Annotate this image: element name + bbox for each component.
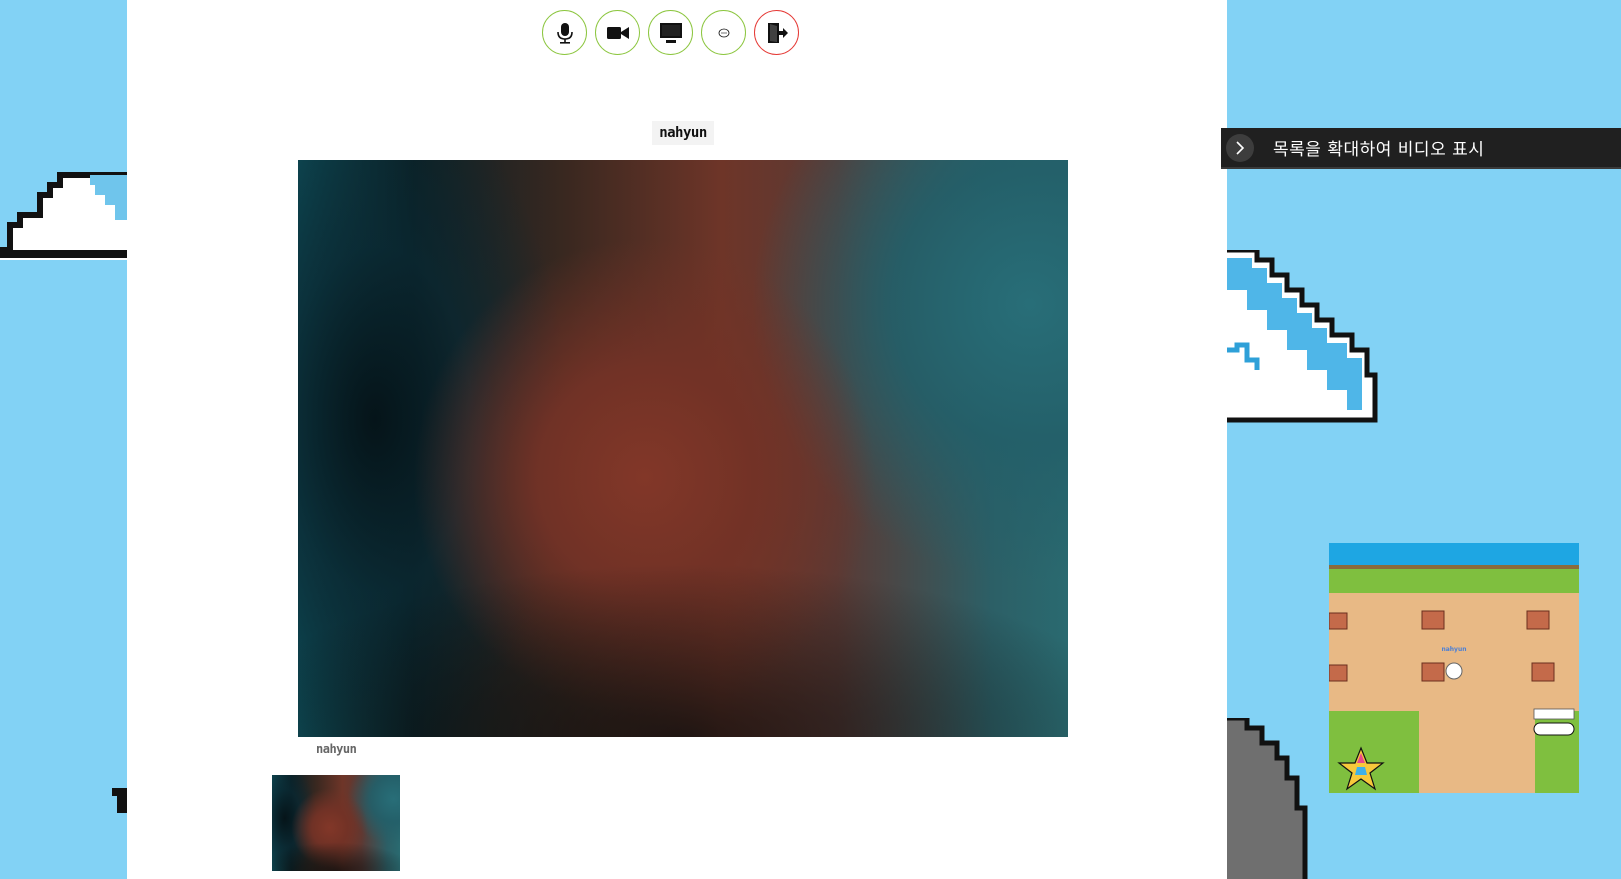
camera-icon [606,26,629,39]
cloud-right [1227,250,1378,423]
thumbnail-shadow [272,775,400,871]
chat-button[interactable] [701,10,746,55]
tooltip-label: 목록을 확대하여 비디오 표시 [1273,140,1485,160]
cloud-left-piece [112,788,127,813]
screen-share-icon [659,22,682,43]
leave-button[interactable] [754,10,799,55]
mic-button[interactable] [542,10,587,55]
call-toolbar [542,10,799,55]
exit-icon [767,22,788,43]
minimap-scene: nahyun [1329,543,1579,793]
minimap-player-name: nahyun [1441,646,1466,653]
main-participant-name: nahyun [652,121,714,145]
main-video[interactable] [298,160,1068,737]
expand-list-tooltip[interactable]: 목록을 확대하여 비디오 표시 [1221,128,1621,169]
cloud-left-top [0,172,127,260]
chat-icon [718,28,729,37]
screen-share-button[interactable] [648,10,693,55]
game-minimap[interactable]: nahyun [1329,543,1579,793]
mic-icon [556,22,573,44]
chevron-right-icon [1236,140,1245,155]
thumbnail-video[interactable] [272,775,400,871]
thumbnail-participant-name: nahyun [316,742,357,756]
expand-button[interactable] [1226,133,1254,162]
camera-button[interactable] [595,10,640,55]
dark-rock [1227,718,1308,879]
video-shadow [298,160,1068,737]
